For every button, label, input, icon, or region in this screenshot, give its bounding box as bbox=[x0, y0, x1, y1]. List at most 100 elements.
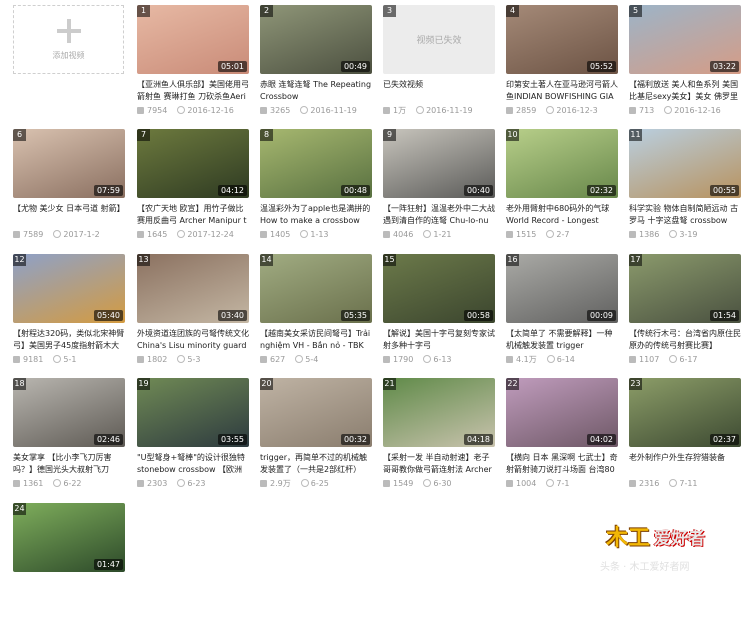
video-card[interactable]: 18 02:46 美女掌享 【比小李飞刀厉害吗？】德国光头大叔射飞刀 1361 6-22 bbox=[13, 378, 125, 496]
video-title[interactable]: 印第安土著人在亚马逊河弓箭人鱼INDIAN BOWFISHING GIANT bbox=[506, 79, 618, 103]
video-card[interactable]: 20 00:32 trigger，再简单不过的机械触发装置了（一共是2部红杆） 2.9… bbox=[260, 378, 372, 496]
video-card[interactable]: 13 03:40 外境资道连团族的弓弩传统文化 China's Lisu minor… bbox=[137, 254, 249, 372]
video-title[interactable]: 【亚洲鱼人俱乐部】美国佬用弓箭射鱼 赛琳打鱼 刀砍杀鱼Aerial bbox=[137, 79, 249, 103]
video-thumbnail[interactable]: 22 04:02 bbox=[506, 378, 618, 447]
video-card[interactable]: 15 00:58 【解说】美国十字弓复刻专家试射多种十字弓 1790 6-13 bbox=[383, 254, 495, 372]
video-title[interactable]: 老外制作户外生存狩猎装备 bbox=[629, 452, 741, 476]
video-duration: 02:37 bbox=[709, 434, 739, 445]
video-title[interactable]: 【横向 日本 黑深啊 七武士】奇射箭射骑刀说打斗场面 台湾80年代的 bbox=[506, 452, 618, 476]
video-thumbnail[interactable]: 12 05:40 bbox=[13, 254, 125, 323]
video-meta: 4046 1-21 bbox=[383, 230, 495, 240]
video-card[interactable]: 23 02:37 老外制作户外生存狩猎装备 2316 7-11 bbox=[629, 378, 741, 496]
video-title[interactable]: 美女掌享 【比小李飞刀厉害吗？】德国光头大叔射飞刀 bbox=[13, 452, 125, 476]
upload-date: 7-11 bbox=[679, 479, 698, 488]
video-card[interactable]: 12 05:40 【射程达320码，类似北宋神臂弓】美国男子45度指射箭木大弩 Ca… bbox=[13, 254, 125, 372]
clock-icon bbox=[546, 230, 555, 238]
video-thumbnail[interactable]: 1 05:01 bbox=[137, 5, 249, 74]
video-meta: 1802 5-3 bbox=[137, 355, 249, 365]
play-count: 1361 bbox=[23, 479, 44, 488]
video-card[interactable]: 6 07:59 【尤物 美少女 日本弓道 射箭】 7589 2017-1-2 bbox=[13, 129, 125, 247]
video-thumbnail[interactable]: 17 01:54 bbox=[629, 254, 741, 323]
clock-icon bbox=[177, 355, 186, 363]
video-thumbnail[interactable]: 2 00:49 bbox=[260, 5, 372, 74]
video-thumbnail[interactable]: 8 00:48 bbox=[260, 129, 372, 198]
play-count-icon bbox=[13, 356, 20, 363]
video-thumbnail[interactable]: 6 07:59 bbox=[13, 129, 125, 198]
video-card[interactable]: 19 03:55 "U型弩身+弩棒"的设计很独特 stonebow crossbow… bbox=[137, 378, 249, 496]
video-title[interactable]: 老外用臂射中680码外的气球 World Record - Longest bbox=[506, 203, 618, 227]
video-card[interactable]: 7 04:12 【农广天地 欧宣】用竹子做比赛用反曲弓 Archer Manipur… bbox=[137, 129, 249, 247]
video-duration: 03:40 bbox=[217, 310, 247, 321]
video-thumbnail[interactable]: 10 02:32 bbox=[506, 129, 618, 198]
video-thumbnail[interactable]: 15 00:58 bbox=[383, 254, 495, 323]
video-thumbnail[interactable]: 23 02:37 bbox=[629, 378, 741, 447]
add-video-label: 添加视频 bbox=[52, 51, 85, 60]
video-title[interactable]: 温温彩外为了apple也是满拼的 How to make a crossbow bbox=[260, 203, 372, 227]
video-card[interactable]: 17 01:54 【传统行木弓：台湾省内原住民原办的传统弓射赛比赛】 1107 6-17 bbox=[629, 254, 741, 372]
play-count: 7954 bbox=[147, 106, 168, 115]
video-card[interactable]: 10 02:32 老外用臂射中680码外的气球 World Record - Lon… bbox=[506, 129, 618, 247]
video-title[interactable]: 【采射一发 半自动射速】老子哥哥教你做弓箭连射法 Archery - fast bbox=[383, 452, 495, 476]
brand-logo: 木工 爱好者 bbox=[606, 520, 734, 556]
video-thumbnail[interactable]: 9 00:40 bbox=[383, 129, 495, 198]
play-count: 7589 bbox=[23, 230, 44, 239]
video-index-badge: 20 bbox=[260, 378, 273, 390]
video-thumbnail[interactable]: 24 01:47 bbox=[13, 503, 125, 572]
play-count: 1004 bbox=[516, 479, 537, 488]
video-duration: 02:46 bbox=[93, 434, 123, 445]
brand-logo-sub: 爱好者 bbox=[654, 529, 705, 549]
video-thumbnail[interactable]: 16 00:09 bbox=[506, 254, 618, 323]
video-title[interactable]: 【越南美女采访民间弩弓】Trải nghiệm VH - Bắn nỏ - TB… bbox=[260, 328, 372, 352]
play-count-icon bbox=[260, 480, 267, 487]
video-thumbnail[interactable]: 4 05:52 bbox=[506, 5, 618, 74]
video-title[interactable]: 【传统行木弓：台湾省内原住民原办的传统弓射赛比赛】 bbox=[629, 328, 741, 352]
video-title[interactable]: 赤眼 连弩连弩 The Repeating Crossbow bbox=[260, 79, 372, 103]
video-title[interactable]: trigger，再简单不过的机械触发装置了（一共是2部红杆） bbox=[260, 452, 372, 476]
video-title[interactable]: 已失效视频 bbox=[383, 79, 495, 103]
video-meta: 1790 6-13 bbox=[383, 355, 495, 365]
failed-thumbnail[interactable]: 视频已失效 3 bbox=[383, 5, 495, 74]
video-index-badge: 15 bbox=[383, 254, 396, 266]
video-title[interactable]: 【太简单了 不需要解释】一种机械触发装置 trigger bbox=[506, 328, 618, 352]
play-count-icon bbox=[137, 356, 144, 363]
video-card[interactable]: 14 05:35 【越南美女采访民间弩弓】Trải nghiệm VH - Bắn … bbox=[260, 254, 372, 372]
video-card[interactable]: 5 03:22 【福利放送 美人和鱼系列 美国比基尼sexy美女】美女 佛罗里达 和… bbox=[629, 5, 741, 123]
video-title[interactable]: 【尤物 美少女 日本弓道 射箭】 bbox=[13, 203, 125, 227]
video-thumbnail[interactable]: 14 05:35 bbox=[260, 254, 372, 323]
play-count: 4.1万 bbox=[516, 355, 537, 364]
video-card[interactable]: 22 04:02 【横向 日本 黑深啊 七武士】奇射箭射骑刀说打斗场面 台湾80年代… bbox=[506, 378, 618, 496]
video-thumbnail[interactable]: 7 04:12 bbox=[137, 129, 249, 198]
video-title[interactable]: 科学实验 物体自制简陋远动 古罗马 十字这盘弩 crossbow bbox=[629, 203, 741, 227]
video-card[interactable]: 9 00:40 【一阵狂射】温温老外中二大战遇到清自作的连弩 Chu-lo-nu 40… bbox=[383, 129, 495, 247]
video-title[interactable]: 外境资道连团族的弓弩传统文化 China's Lisu minority gua… bbox=[137, 328, 249, 352]
add-video-card[interactable]: 添加视频 bbox=[13, 5, 124, 74]
video-title[interactable]: "U型弩身+弩棒"的设计很独特 stonebow crossbow 【欧洲人以前 bbox=[137, 452, 249, 476]
video-title[interactable]: 【福利放送 美人和鱼系列 美国比基尼sexy美女】美女 佛罗里达 和鱼 bbox=[629, 79, 741, 103]
video-card[interactable]: 2 00:49 赤眼 连弩连弩 The Repeating Crossbow 3265… bbox=[260, 5, 372, 123]
video-thumbnail[interactable]: 13 03:40 bbox=[137, 254, 249, 323]
video-card[interactable]: 11 00:55 科学实验 物体自制简陋远动 古罗马 十字这盘弩 crossbow 1… bbox=[629, 129, 741, 247]
video-index-badge: 1 bbox=[137, 5, 150, 17]
video-card[interactable]: 视频已失效 3 已失效视频 1万 2016-11-19 bbox=[383, 5, 495, 123]
video-card[interactable]: 1 05:01 【亚洲鱼人俱乐部】美国佬用弓箭射鱼 赛琳打鱼 刀砍杀鱼Aerial 7… bbox=[137, 5, 249, 123]
video-title[interactable]: 【射程达320码，类似北宋神臂弓】美国男子45度指射箭木大弩 Can I bbox=[13, 328, 125, 352]
video-thumbnail[interactable]: 5 03:22 bbox=[629, 5, 741, 74]
video-thumbnail[interactable]: 19 03:55 bbox=[137, 378, 249, 447]
video-index-badge: 19 bbox=[137, 378, 150, 390]
video-thumbnail[interactable]: 21 04:18 bbox=[383, 378, 495, 447]
video-thumbnail[interactable]: 11 00:55 bbox=[629, 129, 741, 198]
video-title[interactable]: 【农广天地 欧宣】用竹子做比赛用反曲弓 Archer Manipur turne… bbox=[137, 203, 249, 227]
video-card[interactable]: 8 00:48 温温彩外为了apple也是满拼的 How to make a cro… bbox=[260, 129, 372, 247]
video-card[interactable]: 4 05:52 印第安土著人在亚马逊河弓箭人鱼INDIAN BOWFISHING G… bbox=[506, 5, 618, 123]
video-thumbnail[interactable]: 20 00:32 bbox=[260, 378, 372, 447]
play-count: 627 bbox=[270, 355, 286, 364]
video-title[interactable]: 【解说】美国十字弓复刻专家试射多种十字弓 bbox=[383, 328, 495, 352]
video-index-badge: 17 bbox=[629, 254, 642, 266]
video-card[interactable]: 21 04:18 【采射一发 半自动射速】老子哥哥教你做弓箭连射法 Archery … bbox=[383, 378, 495, 496]
video-title[interactable]: 【一阵狂射】温温老外中二大战遇到清自作的连弩 Chu-lo-nu bbox=[383, 203, 495, 227]
video-card[interactable]: 24 01:47 bbox=[13, 503, 125, 621]
play-count: 2859 bbox=[516, 106, 537, 115]
upload-date: 2-7 bbox=[556, 230, 570, 239]
video-thumbnail[interactable]: 18 02:46 bbox=[13, 378, 125, 447]
video-card[interactable]: 16 00:09 【太简单了 不需要解释】一种机械触发装置 trigger 4.1万 6… bbox=[506, 254, 618, 372]
